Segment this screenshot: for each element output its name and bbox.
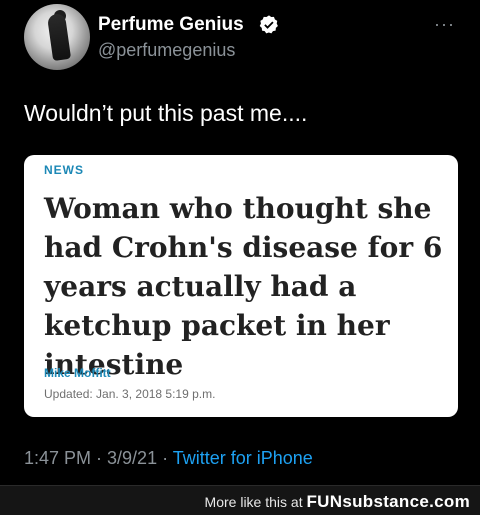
link-card[interactable]: NEWS Woman who thought she had Crohn's d… [24,155,458,417]
verified-badge-icon [259,15,278,34]
watermark-prefix: More like this at [204,494,307,510]
watermark-brand: FUNsubstance.com [306,492,470,511]
watermark-text[interactable]: More like this at FUNsubstance.com [205,492,470,512]
more-horizontal-icon[interactable]: ··· [434,14,455,35]
tweet-meta: 1:47 PM · 3/9/21 · Twitter for iPhone [24,448,313,469]
avatar-figure-body [46,12,72,62]
tweet-timestamp: 1:47 PM · 3/9/21 · [24,448,173,468]
user-handle[interactable]: @perfumegenius [98,40,235,61]
avatar[interactable] [24,4,90,70]
card-headline: Woman who thought she had Crohn's diseas… [44,192,443,381]
card-updated-date: Updated: Jan. 3, 2018 5:19 p.m. [44,387,216,401]
watermark-footer: More like this at FUNsubstance.com [0,485,480,515]
tweet-text: Wouldn’t put this past me.... [24,100,308,126]
card-author: Mike Moffitt [44,366,111,380]
display-name[interactable]: Perfume Genius [98,14,244,36]
tweet-source-link[interactable]: Twitter for iPhone [173,448,313,468]
tweet: Perfume Genius @perfumegenius ··· Wouldn… [0,0,480,485]
card-category: NEWS [44,163,84,177]
